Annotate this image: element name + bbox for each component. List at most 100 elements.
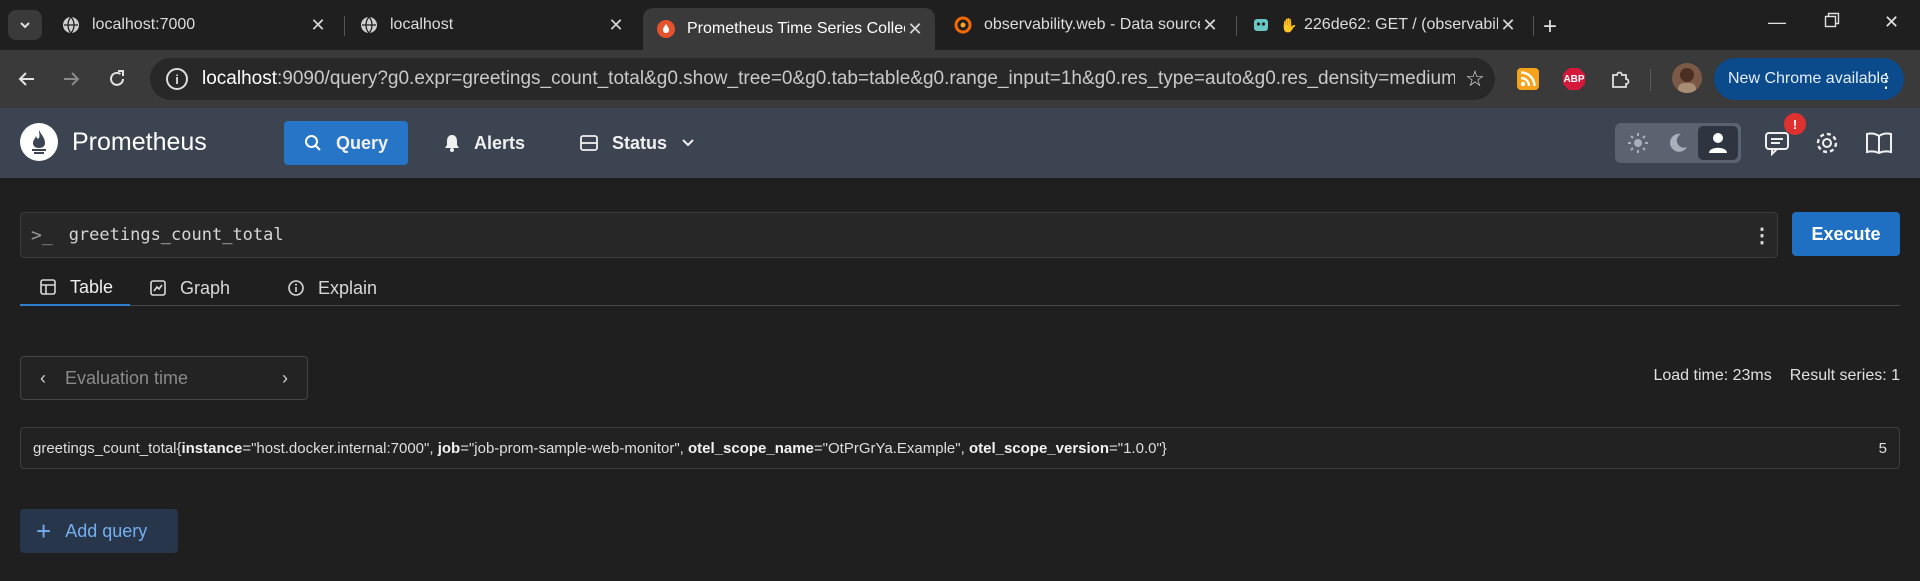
evaluation-time-picker[interactable]: ‹ Evaluation time › bbox=[20, 356, 308, 400]
restore-icon[interactable] bbox=[1824, 12, 1840, 33]
browser-tab-strip: localhost:7000 ✕ localhost ✕ Prometheus … bbox=[0, 0, 1920, 50]
close-icon[interactable]: ✕ bbox=[308, 15, 328, 35]
close-icon[interactable]: ✕ bbox=[1200, 15, 1220, 35]
tab-explain[interactable]: Explain bbox=[268, 270, 397, 306]
site-info-icon[interactable]: i bbox=[166, 68, 188, 90]
grafana-icon bbox=[954, 16, 972, 34]
tab-title: 226de62: GET / (observabilit bbox=[1304, 16, 1498, 33]
label-value: "job-prom-sample-web-monitor" bbox=[468, 439, 680, 457]
expression-text[interactable]: greetings_count_total bbox=[69, 225, 1747, 245]
label-name: instance bbox=[181, 439, 243, 457]
sun-icon bbox=[1628, 133, 1648, 153]
expression-input[interactable]: >_ greetings_count_total ⋮ bbox=[20, 212, 1778, 258]
auto-theme-button[interactable] bbox=[1698, 126, 1738, 160]
graph-icon bbox=[150, 280, 166, 296]
load-time: Load time: 23ms bbox=[1653, 367, 1772, 384]
evaluation-time-placeholder[interactable]: Evaluation time bbox=[65, 368, 263, 389]
profile-avatar[interactable] bbox=[1672, 63, 1702, 93]
more-vert-icon[interactable]: ⋮ bbox=[1876, 68, 1896, 93]
chevron-right-icon[interactable]: › bbox=[263, 368, 307, 389]
message-icon bbox=[1765, 132, 1789, 156]
window-close-icon[interactable]: ✕ bbox=[1884, 12, 1899, 33]
prometheus-logo-icon bbox=[20, 123, 58, 161]
close-icon[interactable]: ✕ bbox=[905, 19, 925, 39]
notification-badge: ! bbox=[1784, 113, 1806, 135]
nav-alerts[interactable]: Alerts bbox=[424, 121, 545, 165]
label-value: "OtPrGrYa.Example" bbox=[822, 439, 961, 457]
prometheus-icon bbox=[657, 20, 675, 38]
globe-icon bbox=[62, 16, 80, 34]
adblock-plus-icon[interactable]: ABP bbox=[1561, 66, 1587, 92]
plus-icon: + bbox=[36, 516, 52, 546]
tab-title: Prometheus Time Series Collect bbox=[687, 20, 905, 37]
theme-toggle-group bbox=[1615, 123, 1741, 163]
tab-separator bbox=[344, 16, 345, 36]
tab-title: localhost bbox=[390, 16, 454, 33]
light-theme-button[interactable] bbox=[1618, 126, 1658, 160]
url-path: :9090/query?g0.expr=greetings_count_tota… bbox=[277, 68, 1455, 89]
browser-tab-grafana[interactable]: observability.web - Data source ✕ bbox=[940, 8, 1230, 42]
close-icon[interactable]: ✕ bbox=[1498, 15, 1518, 35]
settings-button[interactable] bbox=[1810, 126, 1844, 160]
new-tab-button[interactable]: + bbox=[1543, 13, 1557, 41]
nav-alerts-label: Alerts bbox=[474, 132, 526, 153]
tab-graph-label: Graph bbox=[180, 277, 231, 298]
tab-title: observability.web - Data source bbox=[984, 16, 1200, 33]
dark-theme-button[interactable] bbox=[1658, 126, 1698, 160]
browser-tab-localhost[interactable]: localhost ✕ bbox=[346, 8, 636, 42]
label-name: otel_scope_name bbox=[688, 439, 814, 457]
back-icon[interactable] bbox=[12, 64, 42, 94]
label-name: otel_scope_version bbox=[968, 439, 1109, 457]
reload-icon[interactable] bbox=[102, 64, 132, 94]
minimize-icon[interactable]: — bbox=[1768, 12, 1786, 33]
url-text[interactable]: localhost:9090/query?g0.expr=greetings_c… bbox=[202, 68, 1455, 90]
close-icon[interactable]: ✕ bbox=[606, 15, 626, 35]
globe-icon bbox=[360, 16, 378, 34]
chevron-down-icon bbox=[20, 22, 30, 29]
abp-label: ABP bbox=[1563, 73, 1585, 85]
nav-status[interactable]: Status bbox=[560, 121, 715, 165]
docs-button[interactable] bbox=[1862, 126, 1896, 160]
chevron-left-icon[interactable]: ‹ bbox=[21, 368, 65, 389]
forward-icon[interactable] bbox=[56, 64, 86, 94]
table-row: greetings_count_total{instance="host.doc… bbox=[20, 427, 1900, 469]
tab-table-label: Table bbox=[70, 276, 114, 297]
execute-button[interactable]: Execute bbox=[1792, 212, 1900, 256]
extensions-puzzle-icon[interactable] bbox=[1607, 66, 1633, 92]
series-labels: greetings_count_total{instance="host.doc… bbox=[33, 439, 1167, 457]
tab-title: localhost:7000 bbox=[92, 16, 196, 33]
update-label: New Chrome available bbox=[1728, 70, 1889, 87]
brand-link[interactable]: Prometheus bbox=[20, 123, 207, 161]
bell-icon bbox=[444, 134, 460, 152]
table-icon bbox=[40, 279, 56, 295]
result-series-count: Result series: 1 bbox=[1789, 367, 1900, 384]
moon-icon bbox=[1670, 133, 1687, 152]
tab-table[interactable]: Table bbox=[20, 270, 130, 306]
browser-tab-prometheus[interactable]: Prometheus Time Series Collect ✕ bbox=[643, 8, 935, 50]
label-value: "1.0.0" bbox=[1117, 439, 1162, 457]
nav-status-label: Status bbox=[612, 132, 668, 153]
tab-search-button[interactable] bbox=[8, 10, 42, 40]
tab-separator bbox=[1533, 16, 1534, 36]
nav-query[interactable]: Query bbox=[284, 121, 409, 165]
panel-tabs: Table Graph Explain bbox=[20, 270, 1900, 306]
nav-query-label: Query bbox=[336, 132, 389, 153]
tab-explain-label: Explain bbox=[318, 277, 378, 298]
more-vert-icon[interactable]: ⋮ bbox=[1747, 223, 1777, 248]
query-stats: Load time: 23ms Result series: 1 bbox=[1653, 367, 1900, 385]
add-query-button[interactable]: + Add query bbox=[20, 509, 178, 553]
tab-separator bbox=[1236, 16, 1237, 36]
chevron-down-icon bbox=[681, 138, 695, 148]
new-chrome-available-button[interactable]: New Chrome available ⋮ bbox=[1714, 58, 1904, 100]
sample-value: 5 bbox=[1878, 439, 1887, 457]
terminal-prompt-icon: >_ bbox=[31, 224, 53, 246]
tab-graph[interactable]: Graph bbox=[130, 270, 250, 306]
bookmark-star-icon[interactable]: ☆ bbox=[1455, 66, 1495, 92]
label-value: "host.docker.internal:7000" bbox=[251, 439, 430, 457]
wave-icon: ✋ bbox=[1280, 16, 1298, 33]
browser-tab-jaeger[interactable]: ✋ 226de62: GET / (observabilit ✕ bbox=[1238, 8, 1528, 42]
browser-tab-localhost-7000[interactable]: localhost:7000 ✕ bbox=[48, 8, 338, 42]
rss-icon[interactable] bbox=[1515, 66, 1541, 92]
address-bar[interactable]: i localhost:9090/query?g0.expr=greetings… bbox=[150, 58, 1495, 100]
info-icon bbox=[288, 280, 304, 296]
